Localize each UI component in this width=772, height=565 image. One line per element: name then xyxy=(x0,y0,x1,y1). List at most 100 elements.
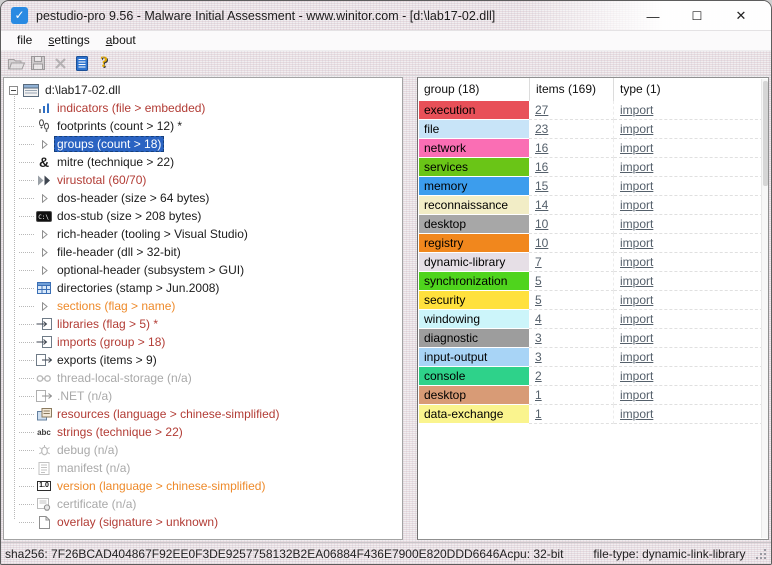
table-row[interactable]: registry 10 import xyxy=(418,234,768,253)
tree-item-file-header[interactable]: file-header (dll > 32-bit) xyxy=(8,243,402,261)
type-link[interactable]: import xyxy=(620,350,653,364)
items-count-link[interactable]: 27 xyxy=(535,103,548,117)
tree-item-sections[interactable]: sections (flag > name) xyxy=(8,297,402,315)
open-file-button[interactable] xyxy=(5,53,27,74)
items-count-link[interactable]: 16 xyxy=(535,141,548,155)
items-count-link[interactable]: 10 xyxy=(535,217,548,231)
table-scrollbar[interactable] xyxy=(761,79,768,538)
tree-item-thread-local-storage[interactable]: thread-local-storage (n/a) xyxy=(8,369,402,387)
tree-item-overlay[interactable]: overlay (signature > unknown) xyxy=(8,513,402,531)
tree-item-version[interactable]: 1.0version (language > chinese-simplifie… xyxy=(8,477,402,495)
type-link[interactable]: import xyxy=(620,331,653,345)
table-row[interactable]: execution 27 import xyxy=(418,101,768,120)
tree-item-strings[interactable]: abcstrings (technique > 22) xyxy=(8,423,402,441)
group-cell[interactable]: registry xyxy=(419,234,529,253)
group-cell[interactable]: reconnaissance xyxy=(419,196,529,215)
items-count-link[interactable]: 1 xyxy=(535,388,542,402)
type-link[interactable]: import xyxy=(620,236,653,250)
tree-item-dotnet[interactable]: .NET (n/a) xyxy=(8,387,402,405)
table-row[interactable]: diagnostic 3 import xyxy=(418,329,768,348)
expander-icon[interactable] xyxy=(34,248,54,257)
group-cell[interactable]: desktop xyxy=(419,215,529,234)
column-header-type[interactable]: type (1) xyxy=(614,78,768,101)
tree-item-dos-header[interactable]: dos-header (size > 64 bytes) xyxy=(8,189,402,207)
type-link[interactable]: import xyxy=(620,293,653,307)
tree-item-indicators[interactable]: indicators (file > embedded) xyxy=(8,99,402,117)
tree-item-libraries[interactable]: libraries (flag > 5) * xyxy=(8,315,402,333)
group-cell[interactable]: synchronization xyxy=(419,272,529,291)
tree-item-rich-header[interactable]: rich-header (tooling > Visual Studio) xyxy=(8,225,402,243)
menu-item-about[interactable]: about xyxy=(98,32,144,49)
type-link[interactable]: import xyxy=(620,179,653,193)
scrollbar-thumb[interactable] xyxy=(763,81,768,186)
table-row[interactable]: file 23 import xyxy=(418,120,768,139)
tree-item-certificate[interactable]: certificate (n/a) xyxy=(8,495,402,513)
items-count-link[interactable]: 14 xyxy=(535,198,548,212)
minimize-button[interactable]: — xyxy=(631,2,675,30)
tree-item-footprints[interactable]: footprints (count > 12) * xyxy=(8,117,402,135)
type-link[interactable]: import xyxy=(620,369,653,383)
table-row[interactable]: security 5 import xyxy=(418,291,768,310)
items-count-link[interactable]: 2 xyxy=(535,369,542,383)
table-row[interactable]: console2import xyxy=(418,367,768,386)
group-cell[interactable]: network xyxy=(419,139,529,158)
table-row[interactable]: desktop10import xyxy=(418,215,768,234)
table-row[interactable]: memory 15 import xyxy=(418,177,768,196)
save-button[interactable] xyxy=(27,53,49,74)
resize-grip[interactable] xyxy=(755,548,767,560)
close-file-button[interactable] xyxy=(49,53,71,74)
column-header-group[interactable]: group (18) xyxy=(418,78,530,101)
table-row[interactable]: network 16 import xyxy=(418,139,768,158)
items-count-link[interactable]: 15 xyxy=(535,179,548,193)
report-button[interactable] xyxy=(71,53,93,74)
items-count-link[interactable]: 1 xyxy=(535,407,542,421)
tree-item-resources[interactable]: resources (language > chinese-simplified… xyxy=(8,405,402,423)
tree-item-mitre[interactable]: &mitre (technique > 22) xyxy=(8,153,402,171)
expander-icon[interactable] xyxy=(34,230,54,239)
group-cell[interactable]: desktop xyxy=(419,386,529,405)
items-count-link[interactable]: 10 xyxy=(535,236,548,250)
tree-item-directories[interactable]: directories (stamp > Jun.2008) xyxy=(8,279,402,297)
type-link[interactable]: import xyxy=(620,407,653,421)
tree-item-dos-stub[interactable]: C:\dos-stub (size > 208 bytes) xyxy=(8,207,402,225)
tree-item-debug[interactable]: debug (n/a) xyxy=(8,441,402,459)
group-cell[interactable]: execution xyxy=(419,101,529,120)
items-count-link[interactable]: 3 xyxy=(535,331,542,345)
collapse-box-icon[interactable] xyxy=(9,86,18,95)
tree-item-manifest[interactable]: manifest (n/a) xyxy=(8,459,402,477)
type-link[interactable]: import xyxy=(620,122,653,136)
close-button[interactable]: ✕ xyxy=(719,2,763,30)
items-count-link[interactable]: 23 xyxy=(535,122,548,136)
type-link[interactable]: import xyxy=(620,160,653,174)
menu-item-settings[interactable]: settings xyxy=(40,32,97,49)
items-count-link[interactable]: 5 xyxy=(535,274,542,288)
tree-item-file-root[interactable]: d:\lab17-02.dll xyxy=(8,81,402,99)
table-row[interactable]: synchronization 5 import xyxy=(418,272,768,291)
type-link[interactable]: import xyxy=(620,198,653,212)
group-cell[interactable]: file xyxy=(419,120,529,139)
tree-item-exports[interactable]: exports (items > 9) xyxy=(8,351,402,369)
tree-item-optional-header[interactable]: optional-header (subsystem > GUI) xyxy=(8,261,402,279)
group-cell[interactable]: diagnostic xyxy=(419,329,529,348)
table-row[interactable]: input-output 3 import xyxy=(418,348,768,367)
expander-icon[interactable] xyxy=(34,266,54,275)
help-button[interactable]: ? xyxy=(93,53,115,74)
group-cell[interactable]: memory xyxy=(419,177,529,196)
table-row[interactable]: windowing4import xyxy=(418,310,768,329)
items-count-link[interactable]: 5 xyxy=(535,293,542,307)
group-cell[interactable]: dynamic-library xyxy=(419,253,529,272)
group-cell[interactable]: data-exchange xyxy=(419,405,529,424)
items-count-link[interactable]: 7 xyxy=(535,255,542,269)
items-count-link[interactable]: 3 xyxy=(535,350,542,364)
maximize-button[interactable]: ☐ xyxy=(675,2,719,30)
group-cell[interactable]: input-output xyxy=(419,348,529,367)
type-link[interactable]: import xyxy=(620,274,653,288)
group-cell[interactable]: windowing xyxy=(419,310,529,329)
table-row[interactable]: services16import xyxy=(418,158,768,177)
type-link[interactable]: import xyxy=(620,141,653,155)
table-row[interactable]: data-exchange 1 import xyxy=(418,405,768,424)
group-cell[interactable]: security xyxy=(419,291,529,310)
tree-item-virustotal[interactable]: virustotal (60/70) xyxy=(8,171,402,189)
type-link[interactable]: import xyxy=(620,312,653,326)
type-link[interactable]: import xyxy=(620,103,653,117)
